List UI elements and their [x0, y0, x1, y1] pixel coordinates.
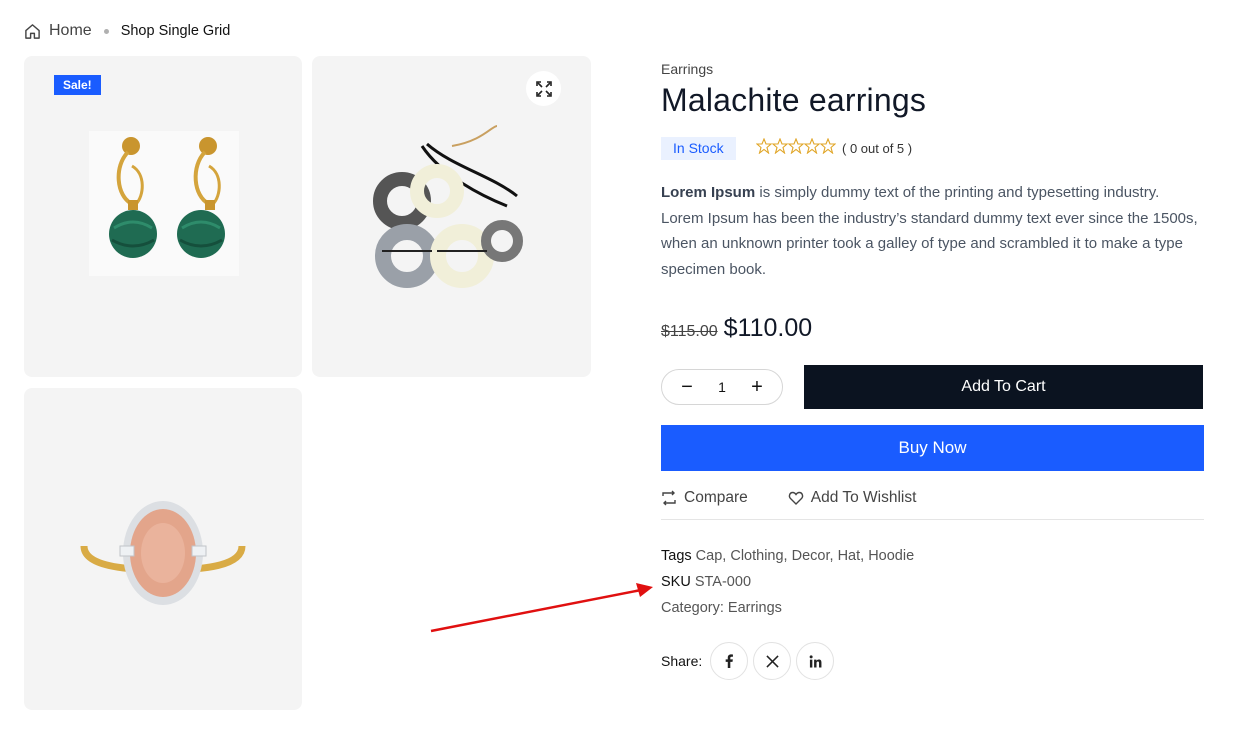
add-to-cart-button[interactable]: Add To Cart — [804, 365, 1203, 409]
x-icon — [766, 654, 779, 668]
buy-now-button[interactable]: Buy Now — [661, 425, 1204, 471]
quantity-value[interactable]: 1 — [718, 379, 726, 395]
product-title: Malachite earrings — [661, 82, 927, 118]
tag-link[interactable]: Hat — [838, 548, 861, 564]
rating-stars — [756, 138, 836, 154]
bracelet-image — [373, 125, 523, 288]
product-category[interactable]: Earrings — [661, 61, 713, 77]
product-actions: Compare Add To Wishlist — [661, 489, 916, 507]
quantity-stepper: − 1 + — [661, 369, 783, 405]
product-sku: SKU STA-000 — [661, 574, 751, 590]
price: $115.00 $110.00 — [661, 314, 812, 343]
x-share-button[interactable] — [753, 642, 792, 680]
share-label: Share: — [661, 653, 703, 669]
tag-link[interactable]: Decor — [792, 548, 830, 564]
sku-value: STA-000 — [694, 574, 752, 590]
earrings-image — [89, 131, 239, 276]
facebook-share-button[interactable] — [710, 642, 749, 680]
product-image-bracelet[interactable] — [312, 56, 591, 377]
tag-link[interactable]: Clothing — [730, 548, 783, 564]
linkedin-share-button[interactable] — [796, 642, 835, 680]
compare-icon — [662, 490, 676, 506]
breadcrumb-current: Shop Single Grid — [120, 23, 231, 39]
linkedin-icon — [809, 654, 822, 668]
old-price: $115.00 — [661, 323, 718, 340]
wishlist-button[interactable]: Add To Wishlist — [788, 489, 917, 507]
description-bold: Lorem Ipsum — [661, 184, 756, 201]
tag-link[interactable]: Hoodie — [868, 548, 914, 564]
heart-icon — [788, 491, 803, 505]
breadcrumb: Home Shop Single Grid — [24, 20, 230, 42]
sku-label: SKU — [661, 574, 691, 590]
tag-link[interactable]: Cap — [696, 548, 723, 564]
category-link[interactable]: Earrings — [728, 600, 782, 616]
product-image-earrings[interactable]: Sale! — [24, 56, 302, 377]
compare-label: Compare — [684, 489, 748, 506]
facebook-icon — [725, 654, 734, 668]
breadcrumb-separator — [103, 28, 109, 34]
stock-badge: In Stock — [661, 137, 736, 160]
ring-image — [80, 501, 246, 605]
product-tags: Tags Cap, Clothing, Decor, Hat, Hoodie — [661, 548, 915, 564]
rating-text: ( 0 out of 5 ) — [842, 141, 913, 156]
product-category-meta: Category: Earrings — [661, 600, 782, 616]
home-icon — [25, 23, 40, 39]
breadcrumb-home-link[interactable]: Home — [49, 22, 92, 40]
compare-button[interactable]: Compare — [661, 489, 748, 507]
plus-icon[interactable]: + — [750, 377, 764, 397]
product-description: Lorem Ipsum is simply dummy text of the … — [661, 180, 1204, 282]
star-icons — [756, 138, 836, 154]
minus-icon[interactable]: − — [680, 377, 694, 397]
divider — [661, 519, 1204, 520]
current-price: $110.00 — [723, 314, 813, 342]
wishlist-label: Add To Wishlist — [810, 489, 917, 506]
category-label: Category: — [661, 600, 724, 616]
product-image-ring[interactable] — [24, 388, 302, 710]
share-bar: Share: — [661, 642, 835, 680]
tags-label: Tags — [661, 548, 692, 564]
